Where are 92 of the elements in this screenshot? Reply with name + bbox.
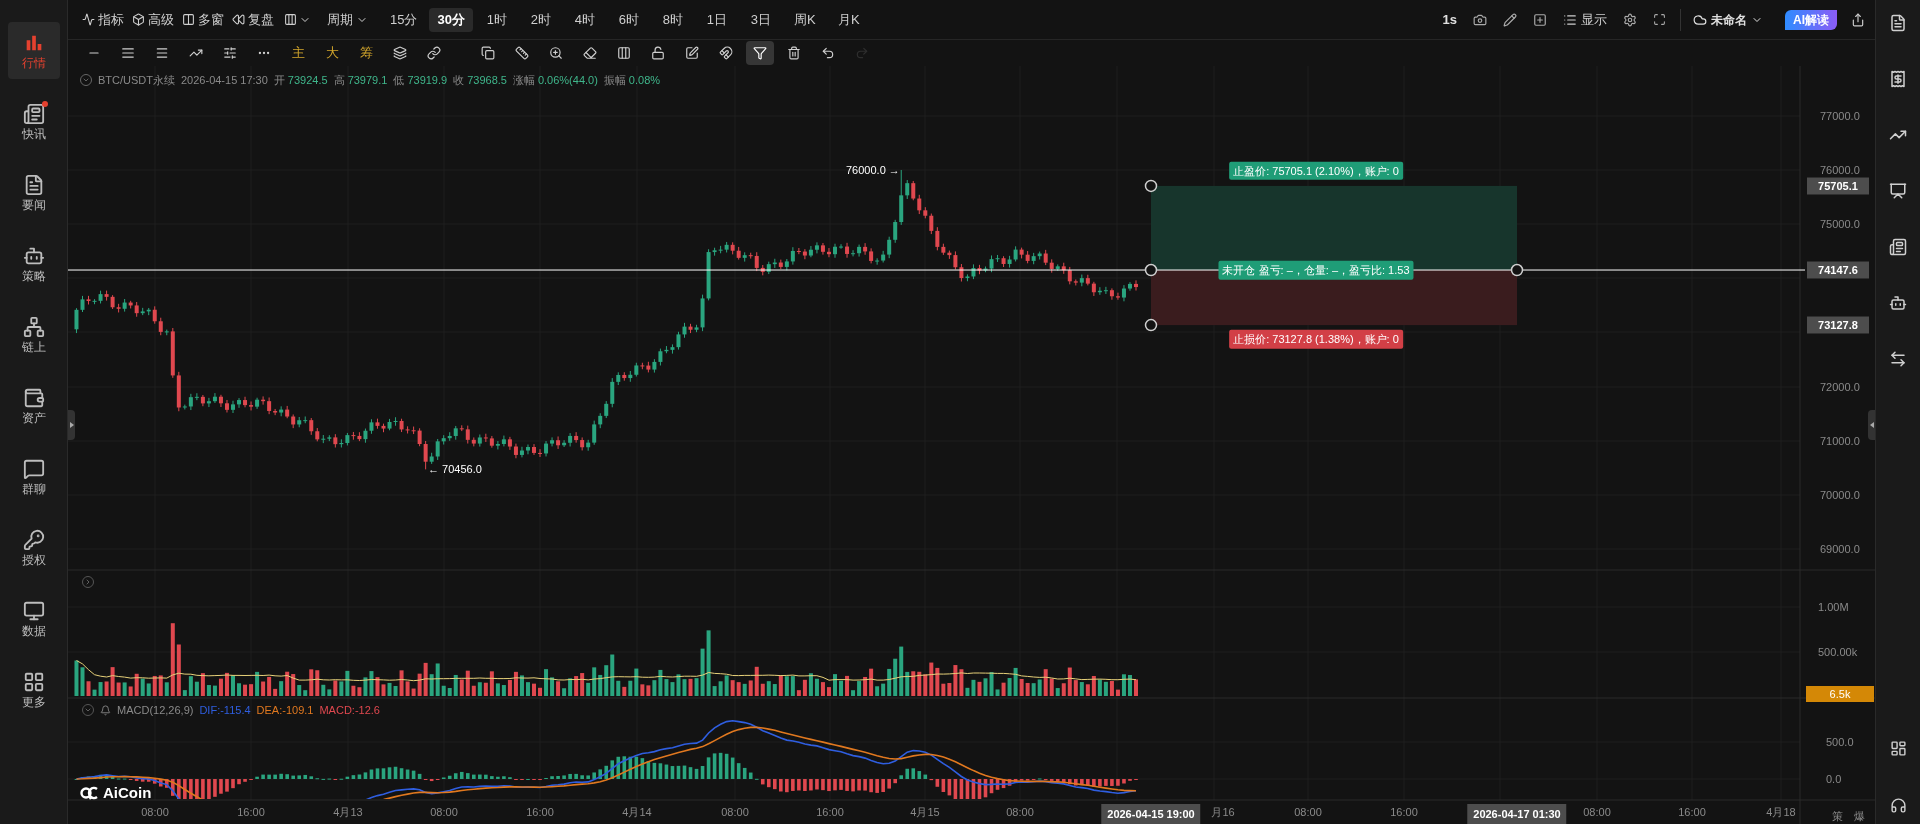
macd-axis-label: 0.0 bbox=[1826, 773, 1842, 785]
volume-tag: 6.5k bbox=[1806, 686, 1874, 702]
axis-corner-button[interactable]: 策 bbox=[1832, 808, 1843, 824]
time-label: 16:00 bbox=[526, 806, 554, 818]
price-label: 72000.0 bbox=[1820, 381, 1860, 393]
time-label: 月16 bbox=[1211, 806, 1235, 818]
time-label: 4月15 bbox=[910, 806, 940, 818]
macd-axis-label: 500.0 bbox=[1826, 736, 1854, 748]
workspace-dropdown[interactable]: 未命名 bbox=[1687, 10, 1769, 29]
time-label: 4月18 bbox=[1766, 806, 1796, 818]
ohlc-value: 0.08% bbox=[628, 73, 661, 88]
macd-title: MACD(12,26,9) bbox=[117, 703, 194, 718]
period-tab[interactable]: 4时 bbox=[564, 7, 605, 32]
time-label: 4月14 bbox=[622, 806, 652, 818]
drawing-tool[interactable]: 大 bbox=[318, 41, 346, 65]
sidebar-item[interactable]: 数据 bbox=[7, 590, 60, 647]
sidebar-item[interactable]: 更多 bbox=[7, 661, 60, 718]
drawing-tool[interactable]: 主 bbox=[284, 41, 312, 65]
period-tab[interactable]: 1时 bbox=[476, 7, 517, 32]
time-label: 16:00 bbox=[816, 806, 844, 818]
time-label: 08:00 bbox=[1006, 806, 1034, 818]
ohlc-label: 低 bbox=[393, 73, 405, 88]
toolbar-button[interactable]: 复盘 bbox=[228, 9, 278, 30]
time-label: 4月13 bbox=[333, 806, 363, 818]
ohlc-value: 0.06%(44.0) bbox=[537, 73, 598, 88]
symbol-label: BTC/USDT永续 bbox=[98, 73, 175, 88]
logo: AiCoin bbox=[80, 782, 152, 805]
sidebar-item[interactable]: 快讯 bbox=[7, 93, 60, 150]
time-label: 16:00 bbox=[1678, 806, 1706, 818]
price-tag: 74147.6 bbox=[1807, 261, 1869, 279]
sidebar-item[interactable]: 授权 bbox=[7, 519, 60, 576]
price-label: 70000.0 bbox=[1820, 489, 1860, 501]
ohlc-value: 73979.1 bbox=[347, 73, 388, 88]
ohlc-label: 收 bbox=[453, 73, 465, 88]
price-label: 77000.0 bbox=[1820, 110, 1860, 122]
time-label: 08:00 bbox=[721, 806, 749, 818]
time-label: 08:00 bbox=[141, 806, 169, 818]
ohlc-label: 涨幅 bbox=[512, 73, 535, 88]
position-label: 未开仓 盈亏: –，仓量: –，盈亏比: 1.53 bbox=[1218, 260, 1414, 280]
period-tab[interactable]: 2时 bbox=[520, 7, 561, 32]
time-label: 16:00 bbox=[1390, 806, 1418, 818]
ohlc-value: 73968.5 bbox=[467, 73, 507, 88]
time-label: 08:00 bbox=[1294, 806, 1322, 818]
volume-axis-label: 1.00M bbox=[1818, 601, 1849, 613]
sidebar-item[interactable]: 群聊 bbox=[7, 448, 60, 505]
time-label: 08:00 bbox=[430, 806, 458, 818]
period-tab[interactable]: 15分 bbox=[382, 7, 426, 32]
period-tab[interactable]: 8时 bbox=[652, 7, 693, 32]
toolbar-button[interactable]: 指标 bbox=[78, 9, 128, 30]
period-tab[interactable]: 月K bbox=[828, 7, 869, 32]
crosshair-time-label: 2026-04-15 19:00 bbox=[1101, 804, 1201, 824]
take-profit-label: 止盈价: 75705.1 (2.10%)，账户: 0 bbox=[1229, 161, 1403, 181]
ohlc-value: 73919.9 bbox=[407, 73, 448, 88]
time-label: 2026-04-15 17:30 bbox=[181, 73, 268, 88]
ohlc-label: 高 bbox=[333, 73, 345, 88]
ohlc-label: 开 bbox=[273, 73, 285, 88]
period-dropdown[interactable]: 周期 bbox=[317, 9, 378, 30]
sidebar-item[interactable]: 资产 bbox=[7, 377, 60, 434]
period-tab[interactable]: 周K bbox=[784, 7, 825, 32]
toolbar-button[interactable]: 多窗 bbox=[178, 9, 228, 30]
price-tag: 73127.8 bbox=[1807, 316, 1869, 334]
time-label: 16:00 bbox=[237, 806, 265, 818]
stop-loss-label: 止损价: 73127.8 (1.38%)，账户: 0 bbox=[1229, 329, 1403, 349]
price-label: 75000.0 bbox=[1820, 218, 1860, 230]
high-price-annotation: 76000.0 → bbox=[846, 163, 900, 178]
axis-corner-button[interactable]: 爆 bbox=[1854, 808, 1865, 824]
period-tab[interactable]: 30分 bbox=[429, 7, 473, 32]
sidebar-item[interactable]: 策略 bbox=[7, 235, 60, 292]
dea-value: DEA:-109.1 bbox=[256, 703, 314, 718]
price-label: 76000.0 bbox=[1820, 164, 1860, 176]
price-label: 71000.0 bbox=[1820, 435, 1860, 447]
ai-button[interactable]: AI解读 bbox=[1785, 9, 1837, 30]
sidebar-item[interactable]: 链上 bbox=[7, 306, 60, 363]
crosshair-time-label: 2026-04-17 01:30 bbox=[1467, 804, 1567, 824]
display-button[interactable]: 显示 bbox=[1555, 9, 1615, 30]
macd-value: MACD:-12.6 bbox=[319, 703, 380, 718]
sidebar-item[interactable]: 要闻 bbox=[7, 164, 60, 221]
toolbar-button[interactable]: 高级 bbox=[128, 9, 178, 30]
price-tag: 75705.1 bbox=[1807, 177, 1869, 195]
period-tab[interactable]: 6时 bbox=[608, 7, 649, 32]
period-tab[interactable]: 3日 bbox=[740, 7, 781, 32]
period-tab[interactable]: 1日 bbox=[696, 7, 737, 32]
low-price-annotation: ← 70456.0 bbox=[428, 462, 482, 477]
time-label: 08:00 bbox=[1583, 806, 1611, 818]
refresh-interval[interactable]: 1s bbox=[1434, 9, 1465, 30]
drawing-tool[interactable]: 筹 bbox=[352, 41, 380, 65]
ohlc-value: 73924.5 bbox=[287, 73, 328, 88]
sidebar-item[interactable]: 行情 bbox=[7, 22, 60, 79]
volume-axis-label: 500.00k bbox=[1818, 646, 1858, 658]
price-label: 69000.0 bbox=[1820, 543, 1860, 555]
dif-value: DIF:-115.4 bbox=[199, 703, 251, 718]
ohlc-label: 振幅 bbox=[603, 73, 626, 88]
